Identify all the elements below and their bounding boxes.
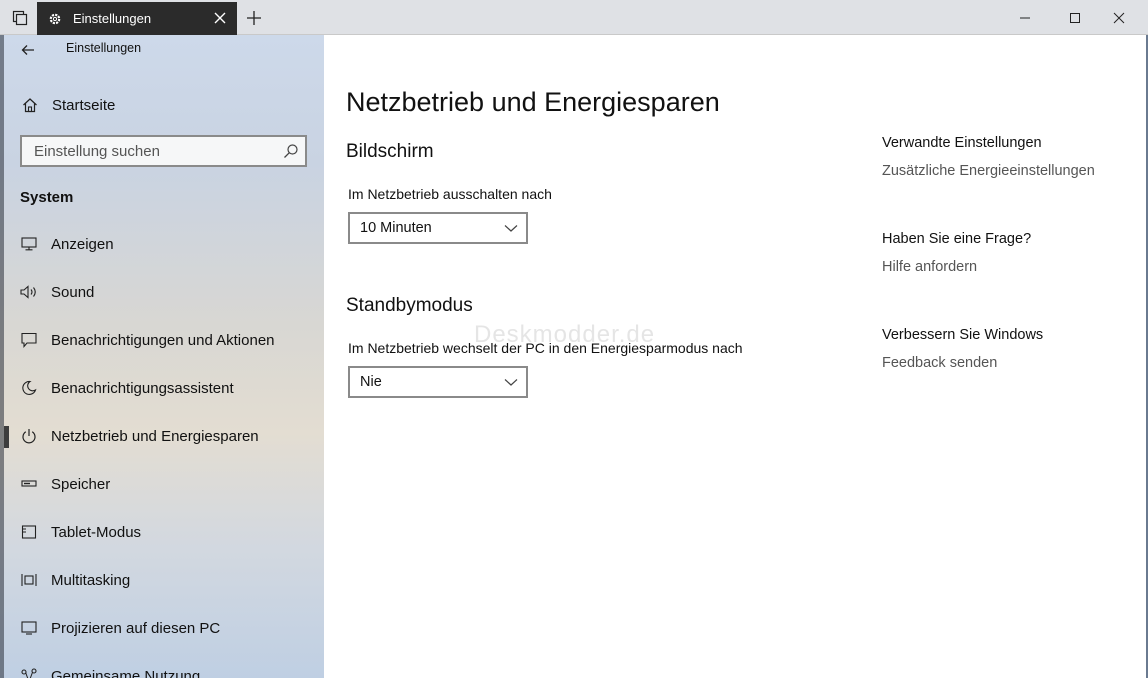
settings-tab[interactable]: Einstellungen [37,2,237,35]
active-indicator [4,426,9,448]
minimize-icon [1020,17,1030,18]
sidebar-item-benachrichtigungsassistent[interactable]: Benachrichtigungsassistent [0,368,324,408]
section-title: System [20,189,74,206]
back-arrow-icon [21,45,34,55]
moon-icon [20,379,38,397]
sidebar-item-sound[interactable]: Sound [0,272,324,312]
home-label: Startseite [52,96,116,114]
power-icon [20,427,38,445]
watermark: Deskmodder.de [474,321,656,348]
screen-heading: Bildschirm [346,141,434,162]
new-tab-button[interactable] [243,0,265,35]
title-bar: Einstellungen [0,0,1148,35]
sidebar-item-anzeigen[interactable]: Anzeigen [0,224,324,264]
sidebar-item-netzbetrieb[interactable]: Netzbetrieb und Energiesparen [0,416,324,456]
close-icon [1113,12,1125,23]
sleep-value: Nie [360,374,382,390]
share-icon [20,667,38,678]
related-settings-heading: Verwandte Einstellungen [882,135,1042,151]
search-icon[interactable] [283,143,299,159]
close-window-button[interactable] [1106,0,1132,35]
additional-power-settings-link[interactable]: Zusätzliche Energieeinstellungen [882,163,1095,179]
maximize-icon [1070,12,1080,23]
sidebar-item-label: Gemeinsame Nutzung [51,667,201,678]
minimize-button[interactable] [1012,0,1038,35]
speaker-icon [20,283,38,301]
improve-windows-heading: Verbessern Sie Windows [882,327,1044,343]
sidebar-item-label: Tablet-Modus [51,523,142,541]
chevron-down-icon [504,225,518,232]
chevron-down-icon [504,379,518,386]
home-icon [20,95,40,115]
screen-off-label: Im Netzbetrieb ausschalten nach [348,186,552,202]
close-tab-icon[interactable] [213,11,227,25]
sidebar-item-tablet-modus[interactable]: Tablet-Modus [0,512,324,552]
sidebar-item-label: Benachrichtigungen und Aktionen [51,331,275,349]
sidebar: Einstellungen Startseite System Anzeigen… [0,35,324,678]
sidebar-item-projizieren[interactable]: Projizieren auf diesen PC [0,608,324,648]
tablet-icon [20,523,38,541]
sidebar-item-label: Netzbetrieb und Energiesparen [51,427,259,445]
multitasking-icon [20,571,38,589]
project-icon [20,619,38,637]
gear-icon [47,11,63,27]
search-input[interactable] [32,141,276,161]
search-box[interactable] [20,135,307,167]
sidebar-item-speicher[interactable]: Speicher [0,464,324,504]
get-help-link[interactable]: Hilfe anfordern [882,259,977,275]
sidebar-item-label: Sound [51,283,95,301]
main-content: Netzbetrieb und Energiesparen Bildschirm… [324,35,1148,678]
sidebar-item-label: Anzeigen [51,235,114,253]
tab-switcher-button[interactable] [6,0,34,35]
back-button[interactable] [14,38,42,62]
sidebar-item-multitasking[interactable]: Multitasking [0,560,324,600]
sleep-dropdown[interactable]: Nie [348,366,528,398]
monitor-icon [20,235,38,253]
question-heading: Haben Sie eine Frage? [882,231,1032,247]
sidebar-item-label: Multitasking [51,571,131,589]
plus-icon [247,10,261,25]
app-title: Einstellungen [66,41,142,55]
home-nav-item[interactable]: Startseite [20,94,115,116]
sidebar-item-label: Benachrichtigungsassistent [51,379,234,397]
storage-icon [20,475,38,493]
maximize-button[interactable] [1062,0,1088,35]
page-title: Netzbetrieb und Energiesparen [346,87,720,117]
screen-off-value: 10 Minuten [360,220,432,236]
sidebar-item-benachrichtigungen[interactable]: Benachrichtigungen und Aktionen [0,320,324,360]
send-feedback-link[interactable]: Feedback senden [882,355,997,371]
sidebar-item-label: Speicher [51,475,111,493]
sleep-heading: Standbymodus [346,295,473,316]
sidebar-item-label: Projizieren auf diesen PC [51,619,221,637]
sidebar-item-gemeinsame-nutzung[interactable]: Gemeinsame Nutzung [0,656,324,678]
tab-title: Einstellungen [73,11,152,26]
tabs-icon [12,10,28,25]
screen-off-dropdown[interactable]: 10 Minuten [348,212,528,244]
notification-icon [20,331,38,349]
